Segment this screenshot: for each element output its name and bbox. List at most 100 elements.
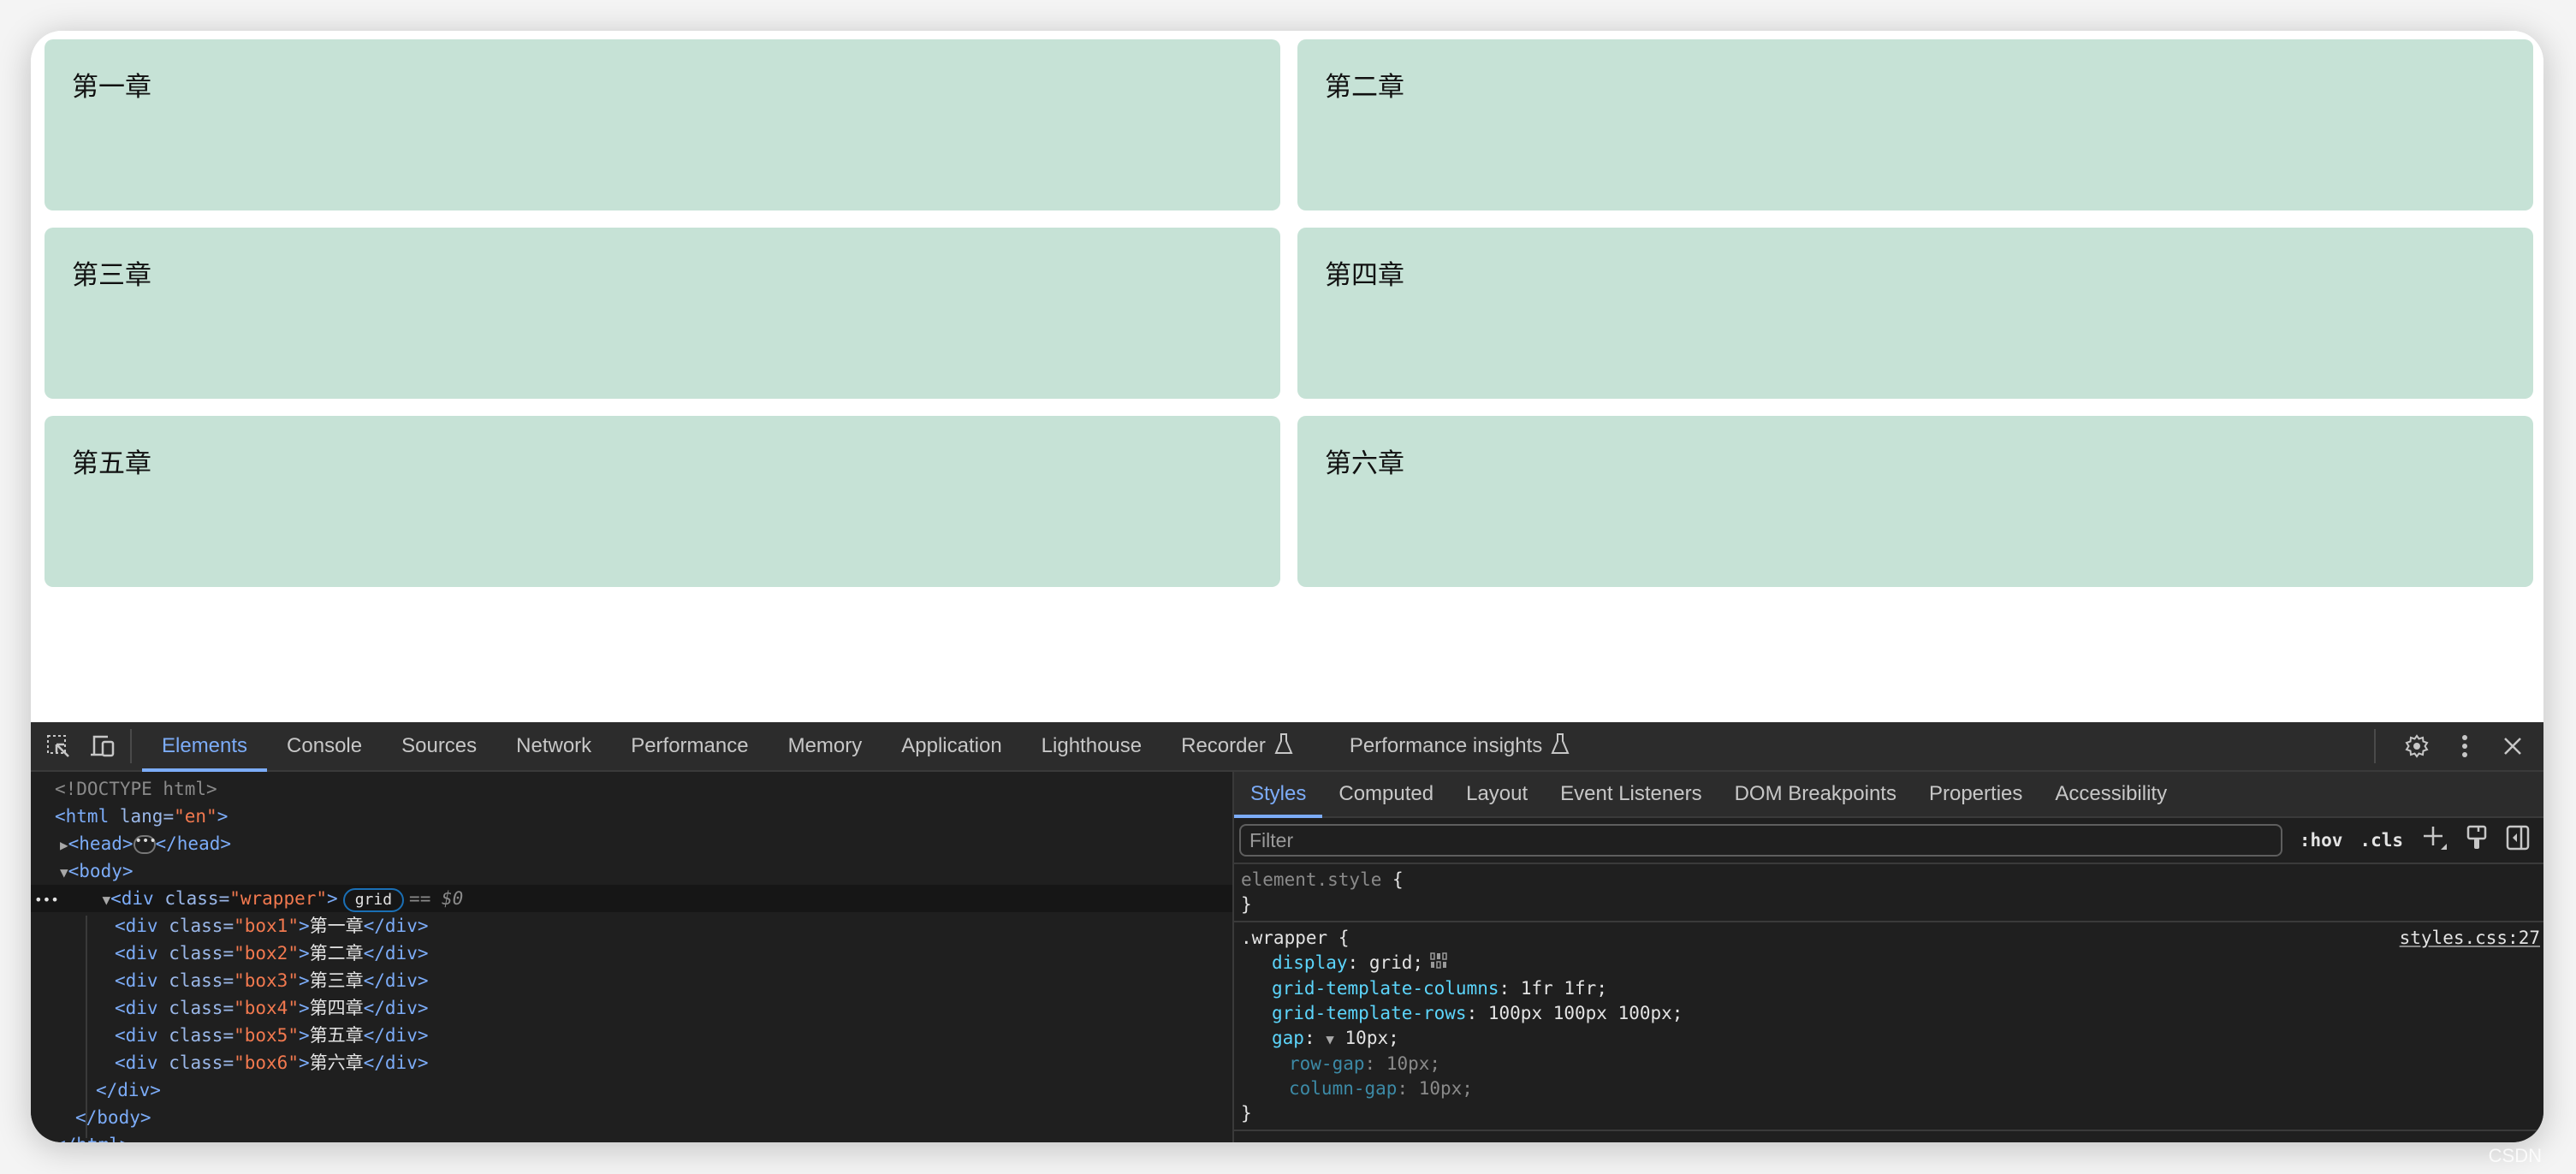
grid-badge[interactable]: grid xyxy=(342,888,405,912)
property-name: display xyxy=(1272,952,1348,973)
tree-line-wrapper-close[interactable]: </div> xyxy=(31,1076,1232,1104)
tab-lighthouse-label: Lighthouse xyxy=(1041,734,1143,757)
tree-line-box4[interactable]: <div class="box4">第四章</div> xyxy=(31,994,1232,1022)
box4: 第四章 xyxy=(1297,228,2533,399)
tab-performance-label: Performance xyxy=(631,734,749,757)
new-style-rule-icon[interactable] xyxy=(2422,825,2448,857)
cls-toggle-button[interactable]: .cls xyxy=(2359,830,2403,851)
tab-memory[interactable]: Memory xyxy=(769,722,882,770)
tree-line-box6[interactable]: <div class="box6">第六章</div> xyxy=(31,1049,1232,1076)
more-options-icon[interactable] xyxy=(2448,729,2482,763)
property-value: 1fr 1fr; xyxy=(1520,977,1607,999)
wrapper-attr-name: class xyxy=(164,888,219,909)
wrapper-class-value: "wrapper" xyxy=(229,888,328,909)
tab-performance[interactable]: Performance xyxy=(611,722,768,770)
tree-line-html[interactable]: <html lang="en"> xyxy=(31,803,1232,830)
tab-properties[interactable]: Properties xyxy=(1913,772,2039,816)
tab-memory-label: Memory xyxy=(787,734,863,757)
tab-lighthouse[interactable]: Lighthouse xyxy=(1022,722,1161,770)
html-attr-name: lang xyxy=(119,806,163,827)
settings-gear-icon[interactable] xyxy=(2400,729,2434,763)
box6: 第六章 xyxy=(1297,416,2533,587)
toggle-sidebar-icon[interactable] xyxy=(2506,825,2530,857)
tree-line-box1[interactable]: <div class="box1">第一章</div> xyxy=(31,912,1232,940)
declaration-grid-template-rows[interactable]: grid-template-rows: 100px 100px 100px; xyxy=(1241,1001,2537,1026)
property-name: grid-template-columns xyxy=(1272,977,1499,999)
declaration-grid-template-columns[interactable]: grid-template-columns: 1fr 1fr; xyxy=(1241,976,2537,1001)
hov-toggle-button[interactable]: :hov xyxy=(2300,830,2343,851)
collapse-triangle-icon[interactable]: ▼ xyxy=(60,864,68,880)
longhand-property-value: 10px; xyxy=(1386,1052,1441,1074)
tree-line-box2[interactable]: <div class="box2">第二章</div> xyxy=(31,940,1232,967)
box2-text: 第二章 xyxy=(309,943,364,964)
box4-class-value: "box4" xyxy=(234,998,299,1018)
elements-dom-tree: <!DOCTYPE html> <html lang="en"> ▶<head>… xyxy=(31,772,1234,1142)
wrapper-style-rule[interactable]: styles.css:27 .wrapper { display: grid; … xyxy=(1234,922,2543,1131)
tab-event-listeners[interactable]: Event Listeners xyxy=(1544,772,1718,816)
stylesheet-source-link[interactable]: styles.css:27 xyxy=(2400,926,2540,951)
close-icon[interactable] xyxy=(2496,729,2530,763)
tree-line-wrapper[interactable]: ••• ▼<div class="wrapper"> grid == $0 xyxy=(31,885,1232,912)
tab-recorder-label: Recorder xyxy=(1181,734,1266,757)
declaration-display[interactable]: display: grid; xyxy=(1241,951,2537,976)
property-value: 10px; xyxy=(1344,1027,1399,1048)
tab-dom-breakpoints-label: DOM Breakpoints xyxy=(1734,782,1896,805)
page-viewport: 第一章 第二章 第三章 第四章 第五章 第六章 xyxy=(31,31,2543,722)
tab-performance-insights-label: Performance insights xyxy=(1349,734,1543,757)
tree-line-body-close[interactable]: </body> xyxy=(31,1104,1232,1131)
styles-tabbar: Styles Computed Layout Event Listeners D… xyxy=(1234,772,2543,818)
collapse-triangle-icon[interactable]: ▼ xyxy=(102,892,110,908)
device-toolbar-icon[interactable] xyxy=(86,729,120,763)
tab-elements-label: Elements xyxy=(162,734,248,757)
tree-line-box5[interactable]: <div class="box5">第五章</div> xyxy=(31,1022,1232,1049)
tab-application[interactable]: Application xyxy=(881,722,1021,770)
tab-sources[interactable]: Sources xyxy=(382,722,496,770)
declaration-row-gap[interactable]: row-gap: 10px; xyxy=(1241,1052,2537,1076)
tree-line-body[interactable]: ▼<body> xyxy=(31,857,1232,885)
tab-styles[interactable]: Styles xyxy=(1234,772,1323,818)
row-options-icon[interactable]: ••• xyxy=(34,892,59,908)
tab-computed[interactable]: Computed xyxy=(1322,772,1450,816)
box2: 第二章 xyxy=(1297,39,2533,210)
box3-label: 第三章 xyxy=(72,260,151,291)
tab-properties-label: Properties xyxy=(1928,782,2023,805)
body-close-tag: </body> xyxy=(75,1107,151,1128)
longhand-property-name: row-gap xyxy=(1289,1052,1365,1074)
tab-performance-insights[interactable]: Performance insights xyxy=(1330,722,1589,770)
box1-class-value: "box1" xyxy=(234,916,299,936)
tab-console[interactable]: Console xyxy=(267,722,382,770)
box5-text: 第五章 xyxy=(309,1025,364,1046)
tab-recorder[interactable]: Recorder xyxy=(1161,722,1313,770)
html-tag: <html xyxy=(55,806,110,827)
tab-network-label: Network xyxy=(516,734,592,757)
box6-class-value: "box6" xyxy=(234,1052,299,1073)
inspect-element-icon[interactable] xyxy=(41,729,75,763)
tab-dom-breakpoints[interactable]: DOM Breakpoints xyxy=(1718,772,1913,816)
tab-accessibility[interactable]: Accessibility xyxy=(2039,772,2183,816)
element-style-rule[interactable]: element.style { } xyxy=(1234,864,2543,922)
tab-elements[interactable]: Elements xyxy=(142,722,268,772)
expand-shorthand-triangle-icon[interactable]: ▼ xyxy=(1326,1031,1334,1047)
styles-filter-row: :hov .cls xyxy=(1234,818,2543,864)
box1: 第一章 xyxy=(45,39,1280,210)
expand-triangle-icon[interactable]: ▶ xyxy=(60,837,68,853)
tree-line-head[interactable]: ▶<head> •••</head> xyxy=(31,830,1232,857)
styles-filter-input[interactable] xyxy=(1239,824,2282,857)
tree-line-box3[interactable]: <div class="box3">第三章</div> xyxy=(31,967,1232,994)
doctype-text: <!DOCTYPE html> xyxy=(55,779,217,799)
wrapper-close-tag: </div> xyxy=(96,1080,161,1100)
declaration-gap[interactable]: gap: ▼ 10px; xyxy=(1241,1026,2537,1052)
devtools-panel: Elements Console Sources Network Perform… xyxy=(31,722,2543,1142)
tab-network[interactable]: Network xyxy=(496,722,611,770)
tab-accessibility-label: Accessibility xyxy=(2055,782,2168,805)
box5-label: 第五章 xyxy=(72,448,151,479)
tab-computed-label: Computed xyxy=(1338,782,1434,805)
devtools-toolbar-right xyxy=(2364,722,2543,770)
grid-editor-icon[interactable] xyxy=(1430,952,1447,976)
declaration-column-gap[interactable]: column-gap: 10px; xyxy=(1241,1076,2537,1101)
tree-line-html-close[interactable]: </html> xyxy=(31,1131,1232,1142)
rendering-emulation-paintbrush-icon[interactable] xyxy=(2466,825,2487,857)
collapsed-ellipsis-icon[interactable]: ••• xyxy=(133,835,157,854)
tab-layout[interactable]: Layout xyxy=(1450,772,1544,816)
tree-line-doctype[interactable]: <!DOCTYPE html> xyxy=(31,775,1232,803)
